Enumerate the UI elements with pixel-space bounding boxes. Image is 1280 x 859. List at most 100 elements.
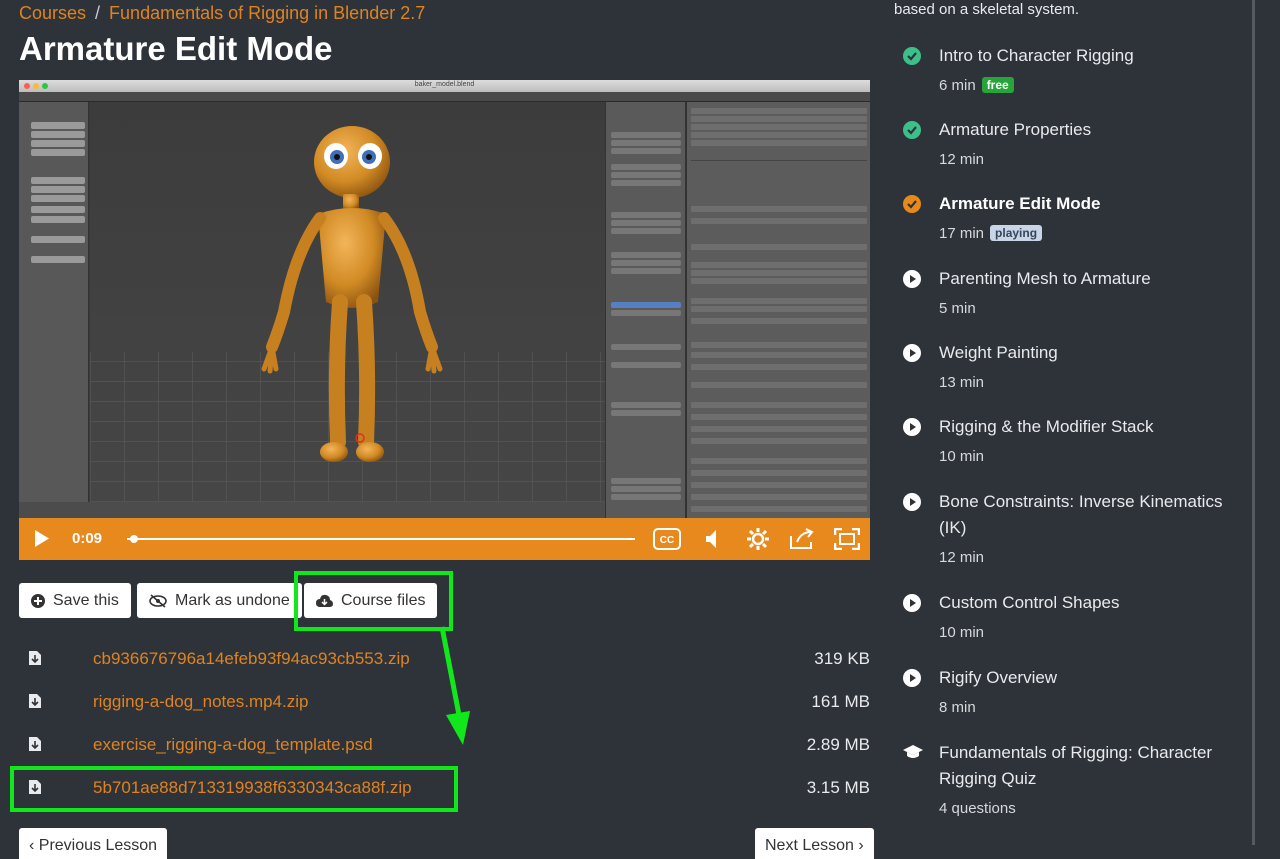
annotation-arrow <box>439 626 470 745</box>
mark-as-undone-label: Mark as undone <box>175 591 290 609</box>
play-icon[interactable] <box>35 530 49 547</box>
previous-lesson-button[interactable]: ‹ Previous Lesson <box>19 828 168 859</box>
lesson-title: Armature Properties <box>939 120 1092 139</box>
lesson-item[interactable]: Rigging & the Modifier Stack 10 min <box>894 414 1244 474</box>
highlight-box-course-files <box>294 571 453 631</box>
lesson-badge: playing <box>990 225 1043 241</box>
breadcrumb: Courses / Fundamentals of Rigging in Blend… <box>19 3 425 24</box>
volume-icon[interactable] <box>706 530 720 548</box>
lesson-title: Rigging & the Modifier Stack <box>939 417 1154 436</box>
highlight-box-file <box>10 766 458 812</box>
chevron-right-icon: › <box>858 837 864 854</box>
lesson-title: Fundamentals of Rigging: Character Riggi… <box>939 743 1213 788</box>
next-lesson-label: Next Lesson <box>765 837 854 854</box>
closed-captions-icon[interactable]: CC <box>653 528 681 550</box>
lesson-duration: 12 min <box>939 549 985 566</box>
lesson-title: Weight Painting <box>939 343 1058 362</box>
app-window-title: baker_model.blend <box>414 81 475 88</box>
lesson-meta: 4 questions <box>939 800 1016 817</box>
save-this-button[interactable]: Save this <box>19 583 131 618</box>
character-model <box>261 126 443 462</box>
check-circle-icon <box>903 47 921 65</box>
settings-gear-icon[interactable] <box>747 528 769 550</box>
file-size: 3.15 MB <box>806 778 870 797</box>
play-circle-icon <box>903 270 921 288</box>
check-circle-icon <box>903 121 921 139</box>
file-size: 2.89 MB <box>806 735 870 754</box>
blender-menubar <box>19 92 870 102</box>
lesson-title: Custom Control Shapes <box>939 593 1120 612</box>
video-player[interactable]: baker_model.blend 0:09 CC <box>19 80 870 560</box>
play-circle-icon <box>903 344 921 362</box>
lesson-item[interactable]: Intro to Character Rigging 6 min free <box>894 43 1244 103</box>
lesson-meta: 6 min free <box>939 77 1014 94</box>
next-lesson-button[interactable]: Next Lesson › <box>755 828 874 859</box>
app-window-titlebar: baker_model.blend <box>19 80 870 92</box>
lesson-title: Rigify Overview <box>939 668 1058 687</box>
lesson-meta: 10 min <box>939 448 984 465</box>
lesson-title: Parenting Mesh to Armature <box>939 269 1151 288</box>
svg-text:CC: CC <box>660 535 674 546</box>
lesson-meta: 10 min <box>939 624 984 641</box>
previous-lesson-label: Previous Lesson <box>38 837 158 854</box>
lesson-title: Bone Constraints: Inverse Kinematics (IK… <box>939 492 1223 537</box>
breadcrumb-course-link[interactable]: Fundamentals of Rigging in Blender 2.7 <box>109 3 425 23</box>
lesson-meta: 17 min playing <box>939 225 1043 242</box>
lesson-meta: 8 min <box>939 699 976 716</box>
lesson-duration: 10 min <box>939 624 985 641</box>
lesson-duration: 8 min <box>939 699 976 716</box>
file-name-link[interactable]: exercise_rigging-a-dog_template.psd <box>93 735 373 755</box>
blender-tool-shelf <box>19 102 89 518</box>
file-name-link[interactable]: cb936676796a14efeb93f94ac93cb553.zip <box>93 649 410 669</box>
file-name-link[interactable]: rigging-a-dog_notes.mp4.zip <box>93 692 308 712</box>
breadcrumb-courses-link[interactable]: Courses <box>19 3 86 23</box>
share-icon[interactable] <box>789 528 815 550</box>
lesson-duration: 5 min <box>939 300 976 317</box>
lesson-item[interactable]: Armature Properties 12 min <box>894 117 1244 177</box>
lesson-duration: 10 min <box>939 448 985 465</box>
play-circle-icon <box>903 594 921 612</box>
lesson-duration: 6 min <box>939 77 976 94</box>
lesson-title: Armature Edit Mode <box>939 194 1101 213</box>
file-size: 319 KB <box>814 649 870 668</box>
eye-slash-icon <box>149 593 167 608</box>
check-circle-icon <box>903 195 921 213</box>
download-file-icon <box>29 651 41 665</box>
lesson-item[interactable]: Weight Painting 13 min <box>894 340 1244 400</box>
lesson-item[interactable]: Parenting Mesh to Armature 5 min <box>894 266 1244 326</box>
lesson-item[interactable]: Custom Control Shapes 10 min <box>894 590 1244 650</box>
graduation-cap-icon <box>903 745 923 758</box>
breadcrumb-separator: / <box>95 3 101 23</box>
lesson-duration: 17 min <box>939 225 985 242</box>
blender-viewport-header <box>19 502 685 518</box>
lesson-meta: 12 min <box>939 151 984 168</box>
lesson-title: Intro to Character Rigging <box>939 46 1134 65</box>
video-time: 0:09 <box>72 530 103 547</box>
lesson-badge: free <box>981 77 1014 93</box>
lesson-item[interactable]: Rigify Overview 8 min <box>894 665 1244 725</box>
page-title: Armature Edit Mode <box>19 30 333 67</box>
lesson-item[interactable]: Armature Edit Mode 17 min playing <box>894 191 1244 251</box>
play-circle-icon <box>903 493 921 511</box>
video-progress-bar[interactable] <box>127 538 635 540</box>
lesson-item[interactable]: Fundamentals of Rigging: Character Riggi… <box>894 740 1244 826</box>
video-controls: 0:09 CC <box>19 518 870 560</box>
file-size: 161 MB <box>811 692 870 711</box>
sidebar-scrollbar[interactable] <box>1252 0 1255 845</box>
video-progress-knob[interactable] <box>130 535 139 543</box>
plus-circle-icon <box>31 593 45 608</box>
fullscreen-icon[interactable] <box>834 528 860 550</box>
blender-transform-panel <box>605 102 685 518</box>
lesson-item[interactable]: Bone Constraints: Inverse Kinematics (IK… <box>894 489 1244 575</box>
download-file-icon <box>29 737 41 751</box>
chevron-left-icon: ‹ <box>29 837 35 854</box>
mark-as-undone-button[interactable]: Mark as undone <box>137 583 302 618</box>
download-file-icon <box>29 694 41 708</box>
lesson-duration: 12 min <box>939 151 985 168</box>
lesson-meta: 5 min <box>939 300 976 317</box>
lesson-duration: 13 min <box>939 374 985 391</box>
play-circle-icon <box>903 418 921 436</box>
save-this-label: Save this <box>53 591 119 609</box>
lesson-meta: 13 min <box>939 374 984 391</box>
blender-properties-editor <box>685 102 870 518</box>
